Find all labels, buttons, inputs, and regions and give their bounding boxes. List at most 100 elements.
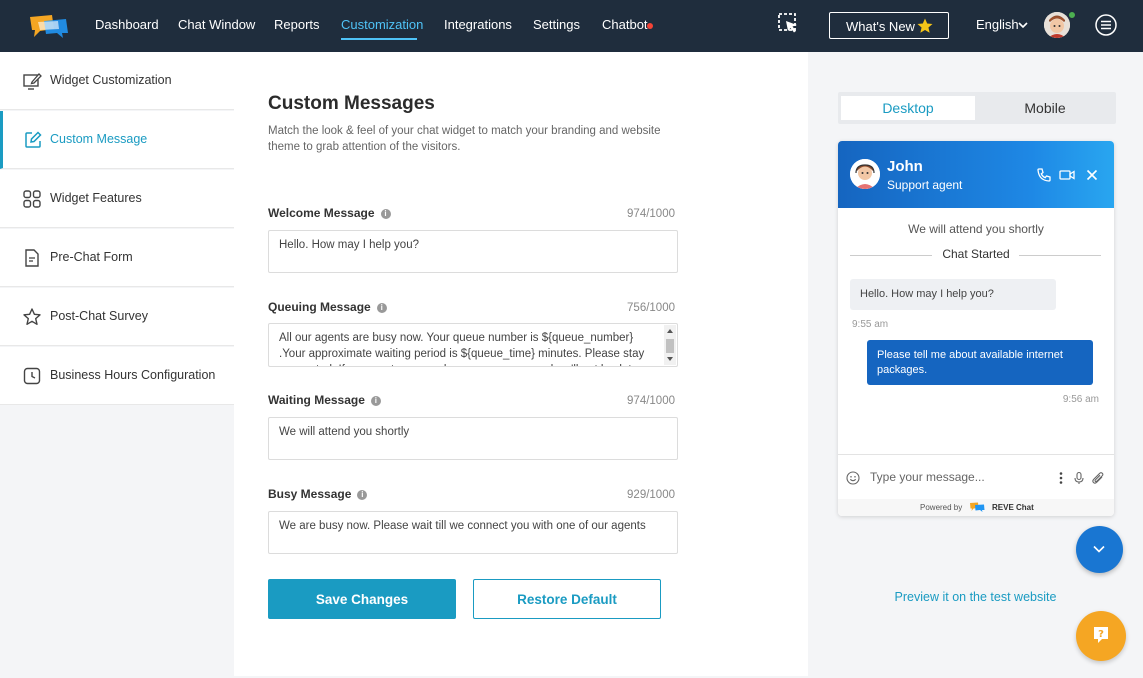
agent-name: John [887, 158, 923, 175]
waiting-message-input[interactable]: We will attend you shortly [268, 417, 678, 460]
powered-by-text: Powered by [920, 503, 963, 512]
more-options-icon[interactable] [1054, 471, 1068, 485]
info-icon[interactable]: i [380, 209, 391, 219]
message-input[interactable]: Type your message... [870, 470, 985, 484]
field-label-text: Welcome Message [268, 206, 375, 220]
widget-preview-panel: Desktop Mobile John Support agent We wil… [808, 52, 1143, 678]
busy-message-counter: 929/1000 [627, 489, 675, 501]
agent-face-icon [850, 159, 880, 189]
nav-active-underline [341, 38, 417, 40]
chat-header: John Support agent [838, 141, 1114, 208]
whats-new-button[interactable]: What's New [829, 12, 949, 39]
hamburger-menu-icon[interactable] [1094, 13, 1118, 37]
busy-message-input[interactable]: We are busy now. Please wait till we con… [268, 511, 678, 554]
phone-icon[interactable] [1036, 167, 1052, 183]
info-icon[interactable]: i [370, 396, 381, 406]
outgoing-message-bubble: Please tell me about available internet … [867, 340, 1093, 385]
queuing-message-text: All our agents are busy now. Your queue … [279, 332, 645, 366]
brand-name: REVE Chat [992, 503, 1034, 512]
queuing-message-input[interactable]: All our agents are busy now. Your queue … [268, 323, 678, 367]
preview-test-website-link[interactable]: Preview it on the test website [808, 590, 1143, 604]
field-label-text: Queuing Message [268, 300, 371, 314]
nav-integrations[interactable]: Integrations [444, 17, 512, 32]
waiting-notice: We will attend you shortly [908, 222, 1044, 236]
clock-icon [23, 367, 41, 385]
help-chat-button[interactable]: ? [1076, 611, 1126, 661]
queuing-scrollbar[interactable] [664, 325, 676, 365]
nav-dashboard[interactable]: Dashboard [95, 17, 159, 32]
whats-new-label: What's New [846, 19, 915, 34]
sidebar-item-label: Post-Chat Survey [50, 309, 148, 323]
custom-messages-panel: Custom Messages Match the look & feel of… [234, 52, 808, 676]
field-label-text: Waiting Message [268, 393, 365, 407]
info-icon[interactable]: i [357, 490, 368, 500]
svg-text:?: ? [1098, 629, 1104, 640]
minimize-chat-button[interactable] [1076, 526, 1123, 573]
info-icon[interactable]: i [376, 303, 387, 313]
attachment-icon[interactable] [1091, 471, 1105, 485]
sidebar-item-custom-message[interactable]: Custom Message [0, 111, 234, 169]
nav-chat-window[interactable]: Chat Window [178, 17, 255, 32]
welcome-message-input[interactable]: Hello. How may I help you? [268, 230, 678, 273]
divider-line [1019, 255, 1101, 256]
busy-message-label: Busy Message i [268, 487, 368, 501]
grid-icon [23, 190, 41, 208]
language-selector[interactable]: English [976, 17, 1019, 32]
sidebar-item-label: Business Hours Configuration [50, 368, 216, 382]
reve-chat-logo[interactable] [28, 13, 70, 39]
tab-desktop[interactable]: Desktop [841, 96, 975, 120]
chevron-down-icon [1093, 545, 1105, 553]
nav-chatbot[interactable]: Chatbot [602, 17, 648, 32]
form-icon [25, 249, 39, 267]
user-avatar[interactable] [1044, 12, 1070, 38]
nav-reports[interactable]: Reports [274, 17, 320, 32]
star-icon [917, 18, 933, 33]
online-status-dot [1068, 11, 1076, 19]
page-subtitle: Match the look & feel of your chat widge… [268, 125, 661, 153]
sidebar-item-widget-customization[interactable]: Widget Customization [0, 52, 234, 110]
powered-by-footer: Powered by REVE Chat [838, 499, 1114, 516]
screen-cursor-icon[interactable] [777, 12, 801, 36]
close-icon[interactable] [1084, 167, 1100, 183]
emoji-icon[interactable] [846, 471, 860, 485]
field-label-text: Busy Message [268, 487, 352, 501]
scroll-up-icon[interactable] [664, 326, 676, 336]
waiting-message-label: Waiting Message i [268, 393, 381, 407]
star-icon [23, 308, 41, 325]
sidebar-item-widget-features[interactable]: Widget Features [0, 170, 234, 228]
avatar-face-icon [1044, 12, 1070, 38]
scroll-down-icon[interactable] [664, 354, 676, 364]
top-navbar: Dashboard Chat Window Reports Customizat… [0, 0, 1143, 52]
sidebar-item-label: Custom Message [50, 132, 148, 146]
microphone-icon[interactable] [1072, 471, 1086, 485]
scroll-thumb[interactable] [666, 339, 674, 353]
queuing-message-counter: 756/1000 [627, 302, 675, 314]
help-chat-icon: ? [1094, 627, 1108, 643]
sidebar-item-business-hours[interactable]: Business Hours Configuration [0, 347, 234, 405]
video-icon[interactable] [1059, 167, 1075, 183]
save-changes-button[interactable]: Save Changes [268, 579, 456, 619]
queuing-message-label: Queuing Message i [268, 300, 387, 314]
incoming-message-bubble: Hello. How may I help you? [850, 279, 1056, 310]
agent-avatar [850, 159, 880, 189]
incoming-message-time: 9:55 am [852, 319, 889, 330]
chatbot-notification-dot [647, 23, 653, 29]
message-composer: Type your message... [838, 454, 1114, 499]
welcome-message-label: Welcome Message i [268, 206, 391, 220]
sidebar-item-label: Widget Customization [50, 73, 172, 87]
outgoing-message-time: 9:56 am [1062, 394, 1099, 405]
nav-customization[interactable]: Customization [341, 17, 423, 32]
sidebar-item-post-chat-survey[interactable]: Post-Chat Survey [0, 288, 234, 346]
sidebar-item-label: Pre-Chat Form [50, 250, 133, 264]
chevron-down-icon[interactable] [1018, 20, 1028, 30]
tab-mobile[interactable]: Mobile [978, 96, 1112, 120]
page-title: Custom Messages [268, 93, 435, 114]
edit-icon [25, 131, 42, 148]
restore-default-button[interactable]: Restore Default [473, 579, 661, 619]
chat-widget-preview: John Support agent We will attend you sh… [838, 141, 1114, 516]
welcome-message-counter: 974/1000 [627, 208, 675, 220]
chat-started-label: Chat Started [942, 247, 1010, 261]
widget-customization-icon [23, 73, 42, 90]
nav-settings[interactable]: Settings [533, 17, 580, 32]
sidebar-item-pre-chat-form[interactable]: Pre-Chat Form [0, 229, 234, 287]
